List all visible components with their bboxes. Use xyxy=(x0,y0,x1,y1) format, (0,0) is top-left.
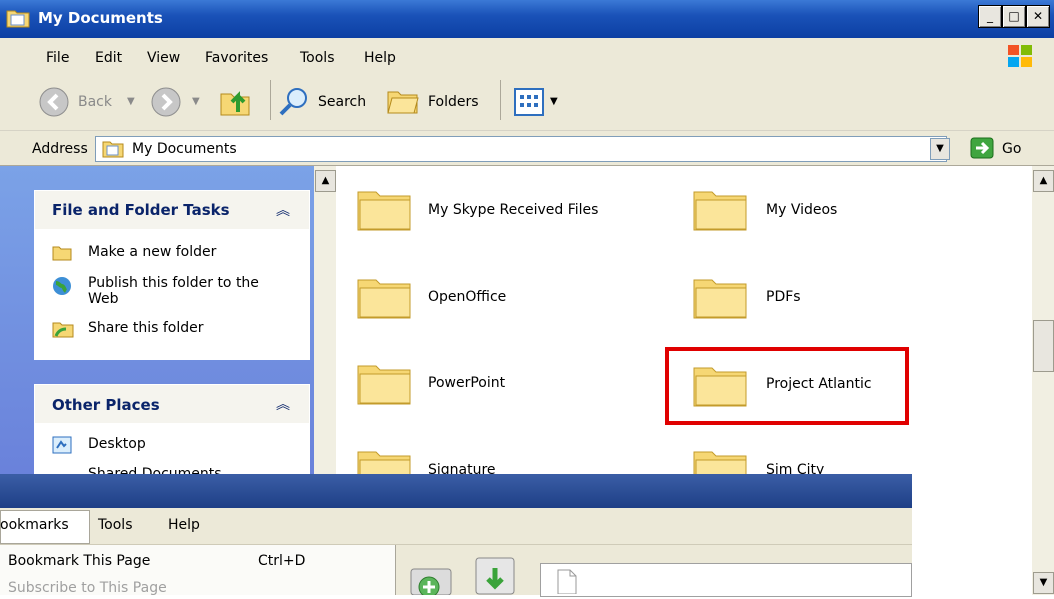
tasks-title[interactable]: File and Folder Tasks xyxy=(52,201,230,219)
second-window-menu-bar xyxy=(0,508,912,545)
folder-icon[interactable] xyxy=(356,358,414,406)
go-button[interactable]: Go xyxy=(1002,141,1021,157)
folder-name[interactable]: PDFs xyxy=(766,289,801,305)
views-icon[interactable] xyxy=(514,88,544,116)
menu-bookmarks[interactable]: ookmarks xyxy=(0,517,69,533)
globe-icon xyxy=(52,276,72,296)
collapse-icon[interactable]: ︽ xyxy=(276,200,290,220)
scroll-up-icon[interactable]: ▲ xyxy=(1033,170,1054,192)
folder-icon[interactable] xyxy=(692,272,750,320)
folder-name[interactable]: My Videos xyxy=(766,202,837,218)
task-new-folder[interactable]: Make a new folder xyxy=(88,244,216,260)
highlight-box xyxy=(665,347,909,425)
menu-favorites[interactable]: Favorites xyxy=(205,50,268,66)
go-arrow-icon[interactable] xyxy=(970,137,994,159)
menuitem-subscribe[interactable]: Subscribe to This Page xyxy=(8,580,167,596)
folders-button[interactable]: Folders xyxy=(428,94,479,110)
forward-dropdown-icon[interactable]: ▼ xyxy=(192,96,200,107)
collapse-icon[interactable]: ︽ xyxy=(276,394,290,414)
back-button[interactable]: Back xyxy=(78,94,112,110)
toolbar-separator xyxy=(270,80,271,120)
folder-icon[interactable] xyxy=(356,184,414,232)
menu-file[interactable]: File xyxy=(46,50,69,66)
menu-help[interactable]: Help xyxy=(168,517,200,533)
minimize-button[interactable]: _ xyxy=(978,5,1002,28)
url-input[interactable] xyxy=(540,563,912,597)
menu-tools[interactable]: Tools xyxy=(98,517,133,533)
folder-name[interactable]: OpenOffice xyxy=(428,289,506,305)
folders-icon[interactable] xyxy=(386,84,420,118)
toolbar-separator xyxy=(500,80,501,120)
menuitem-bookmark-page[interactable]: Bookmark This Page xyxy=(8,553,150,569)
window-title: My Documents xyxy=(38,9,163,27)
download-icon[interactable] xyxy=(474,556,516,595)
address-label: Address xyxy=(32,141,88,157)
up-folder-icon[interactable] xyxy=(218,84,254,118)
folder-icon[interactable] xyxy=(692,184,750,232)
task-publish[interactable]: Publish this folder to the Web xyxy=(88,275,283,307)
menu-view[interactable]: View xyxy=(147,50,180,66)
forward-arrow-icon[interactable] xyxy=(150,86,182,118)
menu-tools[interactable]: Tools xyxy=(300,50,335,66)
desktop-icon xyxy=(52,436,72,454)
menu-help[interactable]: Help xyxy=(364,50,396,66)
shortcut-label: Ctrl+D xyxy=(258,553,306,569)
address-dropdown-icon[interactable]: ▼ xyxy=(930,138,950,160)
folder-view-scrollbar[interactable] xyxy=(1032,166,1054,595)
search-icon[interactable] xyxy=(278,86,310,118)
maximize-button[interactable]: □ xyxy=(1002,5,1026,28)
folder-icon xyxy=(6,6,30,28)
scroll-down-icon[interactable]: ▼ xyxy=(1033,572,1054,594)
scroll-thumb[interactable] xyxy=(1033,320,1054,372)
back-arrow-icon[interactable] xyxy=(38,86,70,118)
second-window-title-bar[interactable] xyxy=(0,474,912,508)
close-button[interactable]: ✕ xyxy=(1026,5,1050,28)
task-share[interactable]: Share this folder xyxy=(88,320,204,336)
views-dropdown-icon[interactable]: ▼ xyxy=(550,96,558,107)
folder-name[interactable]: My Skype Received Files xyxy=(428,202,598,218)
place-desktop[interactable]: Desktop xyxy=(88,436,146,452)
windows-logo-icon xyxy=(1006,42,1034,70)
scroll-up-icon[interactable]: ▲ xyxy=(315,170,336,192)
address-value[interactable]: My Documents xyxy=(132,141,237,157)
add-bookmark-icon[interactable] xyxy=(405,565,457,598)
page-icon xyxy=(556,568,578,595)
places-title[interactable]: Other Places xyxy=(52,396,160,414)
my-documents-icon xyxy=(102,138,124,158)
search-button[interactable]: Search xyxy=(318,94,366,110)
back-dropdown-icon[interactable]: ▼ xyxy=(127,96,135,107)
share-folder-icon xyxy=(52,318,74,338)
folder-name[interactable]: PowerPoint xyxy=(428,375,505,391)
menu-edit[interactable]: Edit xyxy=(95,50,122,66)
folder-icon[interactable] xyxy=(356,272,414,320)
new-folder-icon xyxy=(52,243,72,261)
